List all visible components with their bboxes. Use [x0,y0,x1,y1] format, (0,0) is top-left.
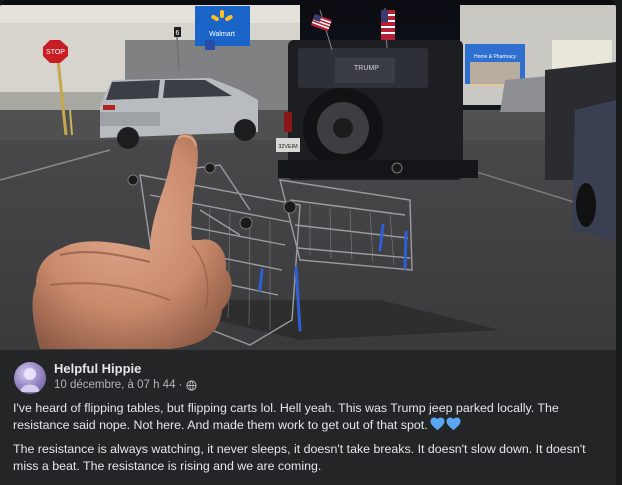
parking-lot-photo: Walmart Home & Pharmacy STOP 6 TRUMP 32V… [0,0,616,350]
page-edge [616,0,622,485]
svg-text:6: 6 [176,30,180,37]
author-name[interactable]: Helpful Hippie [54,361,141,376]
hearts-emoji [430,417,461,431]
svg-text:TRUMP: TRUMP [354,65,379,72]
post-photo[interactable]: Walmart Home & Pharmacy STOP 6 TRUMP 32V… [0,0,616,350]
black-jeep: TRUMP 32VEIM [276,40,478,180]
svg-text:Home & Pharmacy: Home & Pharmacy [474,54,516,60]
blue-heart-icon [446,417,461,431]
post-paragraph: I've heard of flipping tables, but flipp… [13,400,603,434]
svg-text:Walmart: Walmart [209,31,235,38]
post-meta: 10 décembre, à 07 h 44 · [54,379,197,391]
blue-heart-icon [430,417,445,431]
author-avatar[interactable] [14,362,46,394]
globe-icon[interactable] [186,379,197,391]
avatar-image [20,368,40,392]
post-header: Helpful Hippie 10 décembre, à 07 h 44 · [14,360,594,396]
post-body: I've heard of flipping tables, but flipp… [13,400,603,482]
meta-separator: · [178,379,183,391]
post-paragraph: The resistance is always watching, it ne… [13,442,586,473]
facebook-post-card: Walmart Home & Pharmacy STOP 6 TRUMP 32V… [0,0,616,485]
svg-text:32VEIM: 32VEIM [278,144,298,150]
svg-text:STOP: STOP [46,49,65,56]
post-date[interactable]: 10 décembre, à 07 h 44 [54,379,175,391]
post-paragraph-text: I've heard of flipping tables, but flipp… [13,401,559,432]
